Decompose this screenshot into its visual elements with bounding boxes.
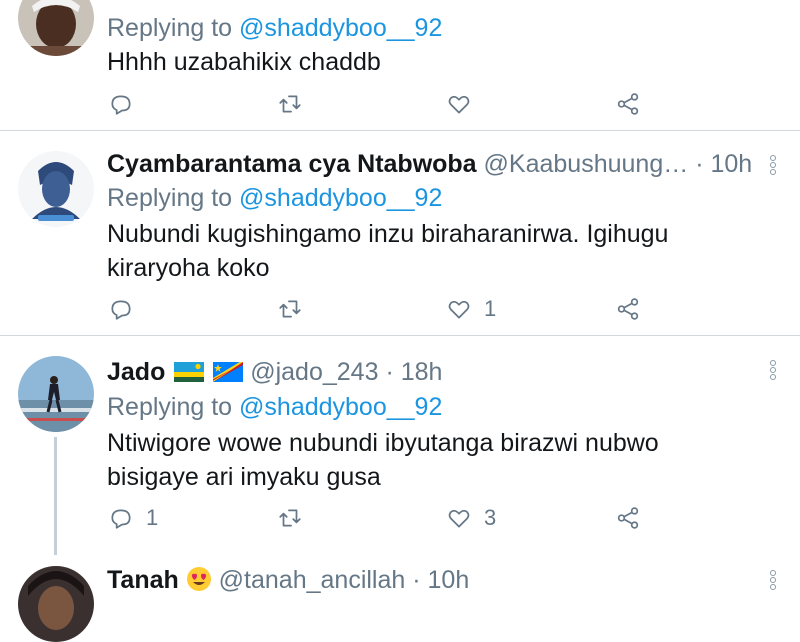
timestamp[interactable]: 18h — [401, 358, 443, 386]
replying-to: Replying to @shaddyboo__92 — [107, 390, 442, 424]
share-icon — [617, 507, 639, 529]
display-name[interactable]: Jado — [107, 358, 165, 386]
share-button[interactable] — [615, 295, 641, 323]
avatar[interactable] — [18, 356, 94, 432]
replying-to-label: Replying to — [107, 14, 233, 42]
tweet[interactable]: Cyambarantama cya Ntabwoba @Kaabushuung…… — [0, 131, 800, 335]
retweet-icon — [279, 300, 301, 318]
reply-button[interactable] — [108, 295, 146, 323]
like-count: 1 — [484, 296, 497, 321]
heart-eyes-emoji-icon — [186, 567, 211, 591]
tweet-text: Ntiwigore wowe nubundi ibyutanga birazwi… — [107, 429, 659, 491]
avatar[interactable] — [18, 0, 94, 56]
timestamp[interactable]: 10h — [710, 150, 752, 178]
like-icon — [448, 95, 470, 114]
reply-count: 1 — [146, 505, 159, 530]
reply-button[interactable]: 1 — [108, 504, 158, 532]
retweet-button[interactable] — [277, 90, 315, 118]
reply-user-link[interactable]: @shaddyboo__92 — [239, 393, 442, 421]
display-name[interactable]: Tanah — [107, 566, 179, 594]
display-name[interactable]: Cyambarantama cya Ntabwoba — [107, 150, 477, 178]
avatar[interactable] — [18, 151, 94, 227]
like-icon — [448, 300, 470, 319]
like-button[interactable]: 3 — [446, 504, 496, 532]
reply-button[interactable] — [108, 90, 146, 118]
replying-to: Replying to @shaddyboo__92 — [107, 181, 442, 215]
share-icon — [617, 93, 639, 115]
reply-user-link[interactable]: @shaddyboo__92 — [239, 14, 442, 42]
like-count: 3 — [484, 505, 497, 530]
tweet-text: Nubundi kugishingamo inzu biraharanirwa.… — [107, 220, 669, 282]
rwanda-flag-icon — [174, 362, 205, 382]
tweet[interactable]: Tanah @tanah_ancillah · 10h — [0, 550, 800, 642]
share-button[interactable] — [615, 504, 641, 532]
tweet-header: Cyambarantama cya Ntabwoba @Kaabushuung…… — [107, 147, 752, 181]
tweet-header: Jado @jado_243 · 18h — [107, 355, 442, 389]
user-handle[interactable]: @Kaabushuung… — [484, 150, 689, 178]
replying-to-label: Replying to — [107, 393, 233, 421]
tweet-text: Hhhh uzabahikix chaddb — [107, 48, 381, 76]
like-button[interactable]: 1 — [446, 295, 496, 323]
reply-icon — [111, 509, 131, 529]
tweet-header: Tanah @tanah_ancillah · 10h — [107, 563, 469, 597]
retweet-button[interactable] — [277, 504, 315, 532]
retweet-icon — [279, 95, 301, 113]
more-icon[interactable] — [766, 360, 780, 382]
timestamp[interactable]: 10h — [428, 566, 470, 594]
avatar[interactable] — [18, 566, 94, 642]
separator-dot: · — [412, 566, 421, 594]
user-handle[interactable]: @jado_243 — [250, 358, 378, 386]
tweet[interactable]: Jado @jado_243 · 18h Replying to @shaddy… — [0, 336, 800, 550]
reply-user-link[interactable]: @shaddyboo__92 — [239, 184, 442, 212]
reply-icon — [111, 95, 131, 115]
replying-to: Replying to @shaddyboo__92 — [107, 11, 442, 45]
drc-flag-icon — [213, 362, 244, 382]
replying-to-label: Replying to — [107, 184, 233, 212]
separator-dot: · — [695, 150, 704, 178]
separator-dot: · — [385, 358, 394, 386]
share-icon — [617, 298, 639, 320]
more-icon[interactable] — [766, 155, 780, 177]
tweet[interactable]: Replying to @shaddyboo__92 Hhhh uzabahik… — [0, 0, 800, 130]
retweet-icon — [279, 509, 301, 527]
share-button[interactable] — [615, 90, 641, 118]
reply-icon — [111, 300, 131, 320]
more-icon[interactable] — [766, 570, 780, 592]
like-icon — [448, 509, 470, 528]
like-button[interactable] — [446, 90, 484, 118]
user-handle[interactable]: @tanah_ancillah — [219, 566, 406, 594]
retweet-button[interactable] — [277, 295, 315, 323]
